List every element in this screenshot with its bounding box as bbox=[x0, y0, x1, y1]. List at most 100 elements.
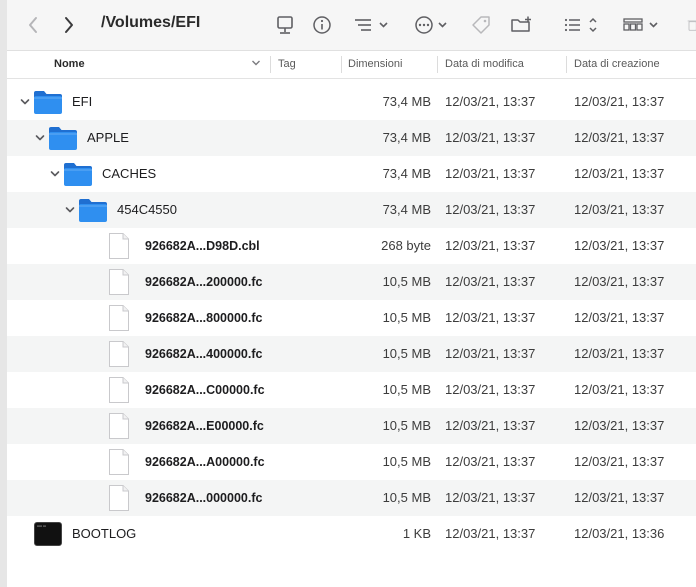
list-empty-area bbox=[7, 552, 696, 587]
column-separator bbox=[437, 56, 438, 73]
document-icon bbox=[108, 340, 130, 371]
date-modified: 12/03/21, 13:37 bbox=[445, 94, 536, 109]
file-name: 926682A...A00000.fc bbox=[145, 455, 265, 469]
date-created: 12/03/21, 13:37 bbox=[574, 454, 665, 469]
date-modified: 12/03/21, 13:37 bbox=[445, 382, 536, 397]
file-size: 73,4 MB bbox=[382, 166, 431, 181]
table-row[interactable]: 926682A...E00000.fc 10,5 MB 12/03/21, 13:3… bbox=[7, 408, 696, 444]
column-size[interactable]: Dimensioni bbox=[348, 51, 402, 78]
list-view-icon[interactable] bbox=[562, 12, 602, 38]
gallery-view-icon[interactable] bbox=[621, 12, 663, 38]
file-size: 10,5 MB bbox=[382, 418, 431, 433]
date-modified: 12/03/21, 13:37 bbox=[445, 238, 536, 253]
file-size: 268 byte bbox=[381, 238, 431, 253]
chevron-left-icon[interactable] bbox=[21, 12, 45, 38]
column-separator bbox=[566, 56, 567, 73]
table-row[interactable]: 926682A...D98D.cbl 268 byte 12/03/21, 13:3… bbox=[7, 228, 696, 264]
document-icon bbox=[108, 232, 130, 263]
table-row[interactable]: 926682A...A00000.fc 10,5 MB 12/03/21, 13:3… bbox=[7, 444, 696, 480]
finder-toolbar: /Volumes/EFI bbox=[7, 0, 696, 50]
file-name: 926682A...D98D.cbl bbox=[145, 239, 260, 253]
table-row[interactable]: 926682A...200000.fc 10,5 MB 12/03/21, 13:3… bbox=[7, 264, 696, 300]
disclosure-chevron-icon[interactable] bbox=[49, 168, 61, 180]
folder-icon bbox=[33, 89, 63, 118]
date-created: 12/03/21, 13:37 bbox=[574, 310, 665, 325]
file-name: 926682A...000000.fc bbox=[145, 491, 263, 505]
column-header: Nome Tag Dimensioni Data di modifica Dat… bbox=[7, 51, 696, 79]
table-row[interactable]: 926682A...000000.fc 10,5 MB 12/03/21, 13:3… bbox=[7, 480, 696, 516]
column-tag[interactable]: Tag bbox=[278, 51, 296, 78]
more-actions-icon[interactable] bbox=[413, 12, 455, 38]
date-created: 12/03/21, 13:37 bbox=[574, 166, 665, 181]
date-created: 12/03/21, 13:37 bbox=[574, 238, 665, 253]
date-modified: 12/03/21, 13:37 bbox=[445, 526, 536, 541]
column-separator bbox=[270, 56, 271, 73]
table-row[interactable]: 926682A...400000.fc 10,5 MB 12/03/21, 13:3… bbox=[7, 336, 696, 372]
folder-icon bbox=[78, 197, 108, 226]
column-separator bbox=[341, 56, 342, 73]
tag-icon[interactable] bbox=[468, 12, 494, 38]
document-icon bbox=[108, 484, 130, 515]
file-name: 926682A...C00000.fc bbox=[145, 383, 265, 397]
window-left-edge bbox=[0, 0, 7, 587]
document-icon bbox=[108, 412, 130, 443]
date-modified: 12/03/21, 13:37 bbox=[445, 454, 536, 469]
file-name: 454C4550 bbox=[117, 202, 177, 217]
new-folder-icon[interactable] bbox=[509, 12, 535, 38]
date-modified: 12/03/21, 13:37 bbox=[445, 346, 536, 361]
file-name: BOOTLOG bbox=[72, 526, 137, 541]
file-size: 10,5 MB bbox=[382, 274, 431, 289]
date-modified: 12/03/21, 13:37 bbox=[445, 310, 536, 325]
document-icon bbox=[108, 376, 130, 407]
table-row[interactable]: EFI 73,4 MB 12/03/21, 13:37 12/03/21, 13:37 bbox=[7, 84, 696, 120]
folder-icon bbox=[48, 125, 78, 154]
table-row[interactable]: APPLE 73,4 MB 12/03/21, 13:37 12/03/21, 13:… bbox=[7, 120, 696, 156]
date-created: 12/03/21, 13:37 bbox=[574, 418, 665, 433]
column-name[interactable]: Nome bbox=[54, 51, 85, 78]
table-row[interactable]: 454C4550 73,4 MB 12/03/21, 13:37 12/03/21, … bbox=[7, 192, 696, 228]
date-created: 12/03/21, 13:37 bbox=[574, 274, 665, 289]
date-created: 12/03/21, 13:37 bbox=[574, 94, 665, 109]
column-modified[interactable]: Data di modifica bbox=[445, 51, 524, 78]
folder-icon bbox=[63, 161, 93, 190]
date-created: 12/03/21, 13:37 bbox=[574, 202, 665, 217]
file-size: 10,5 MB bbox=[382, 310, 431, 325]
date-created: 12/03/21, 13:37 bbox=[574, 490, 665, 505]
file-name: 926682A...800000.fc bbox=[145, 311, 263, 325]
file-size: 73,4 MB bbox=[382, 202, 431, 217]
table-row[interactable]: 926682A...C00000.fc 10,5 MB 12/03/21, 13:3… bbox=[7, 372, 696, 408]
date-modified: 12/03/21, 13:37 bbox=[445, 130, 536, 145]
file-size: 1 KB bbox=[402, 526, 431, 541]
file-size: 73,4 MB bbox=[382, 130, 431, 145]
trash-icon[interactable] bbox=[685, 12, 696, 38]
disclosure-chevron-icon[interactable] bbox=[34, 132, 46, 144]
file-size: 10,5 MB bbox=[382, 346, 431, 361]
chevron-right-icon[interactable] bbox=[57, 12, 81, 38]
file-name: 926682A...200000.fc bbox=[145, 275, 263, 289]
document-icon bbox=[108, 268, 130, 299]
info-icon[interactable] bbox=[310, 12, 334, 38]
window-title: /Volumes/EFI bbox=[101, 14, 201, 31]
group-by-icon[interactable] bbox=[352, 12, 394, 38]
date-created: 12/03/21, 13:37 bbox=[574, 130, 665, 145]
disclosure-chevron-icon[interactable] bbox=[19, 96, 31, 108]
date-modified: 12/03/21, 13:37 bbox=[445, 202, 536, 217]
computer-icon[interactable] bbox=[273, 12, 297, 38]
document-icon bbox=[108, 304, 130, 335]
file-name: EFI bbox=[72, 94, 93, 109]
date-created: 12/03/21, 13:36 bbox=[574, 526, 665, 541]
document-icon bbox=[108, 448, 130, 479]
table-row[interactable]: CACHES 73,4 MB 12/03/21, 13:37 12/03/21, 13… bbox=[7, 156, 696, 192]
date-modified: 12/03/21, 13:37 bbox=[445, 274, 536, 289]
table-row[interactable]: 926682A...800000.fc 10,5 MB 12/03/21, 13:3… bbox=[7, 300, 696, 336]
file-name: 926682A...400000.fc bbox=[145, 347, 263, 361]
column-created[interactable]: Data di creazione bbox=[574, 51, 660, 78]
sort-chevron-icon[interactable] bbox=[251, 51, 261, 78]
table-row[interactable]: BOOTLOG 1 KB 12/03/21, 13:37 12/03/21, 13:3… bbox=[7, 516, 696, 552]
file-name: APPLE bbox=[87, 130, 129, 145]
disclosure-chevron-icon[interactable] bbox=[64, 204, 76, 216]
date-created: 12/03/21, 13:37 bbox=[574, 346, 665, 361]
date-modified: 12/03/21, 13:37 bbox=[445, 166, 536, 181]
executable-icon bbox=[34, 522, 62, 549]
file-size: 10,5 MB bbox=[382, 454, 431, 469]
